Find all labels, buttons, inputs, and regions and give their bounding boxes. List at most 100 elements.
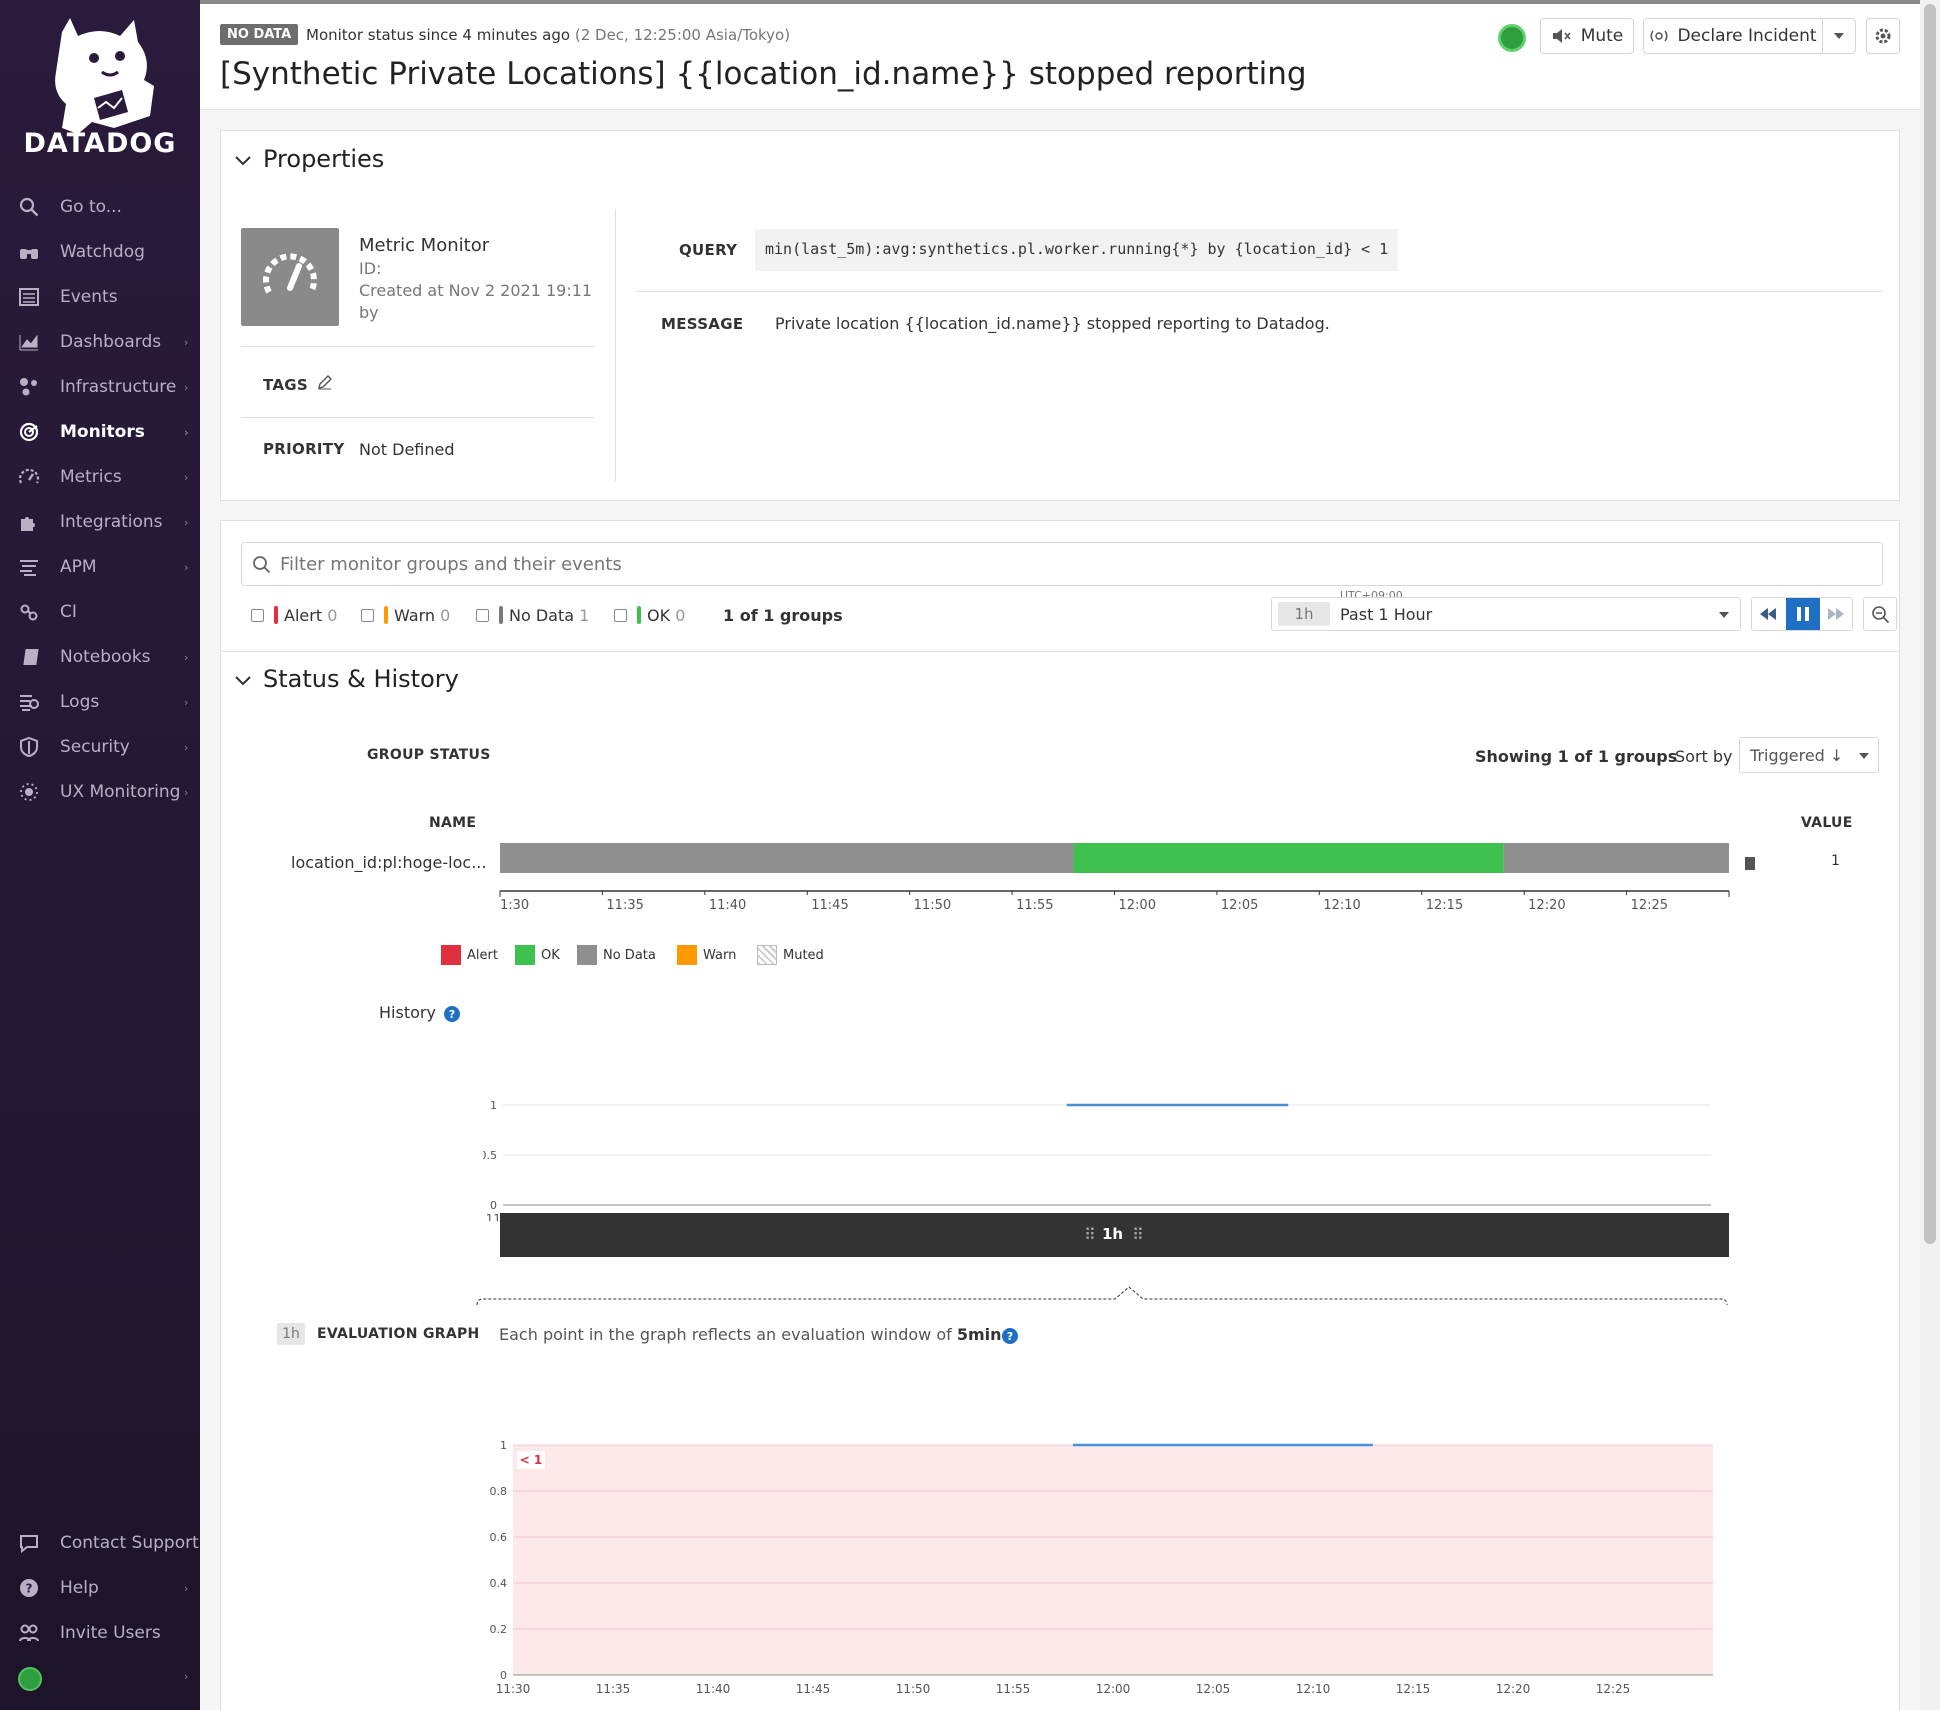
declare-incident-label: Declare Incident: [1677, 26, 1817, 46]
filter-ok-checkbox[interactable]: OK 0: [614, 603, 685, 627]
sidebar-item-events[interactable]: Events: [0, 277, 200, 317]
x-tick-label: 11:35: [606, 898, 643, 913]
x-tick-label: 11:35: [596, 1682, 631, 1696]
infrastructure-icon: [20, 378, 37, 396]
caret-down-icon: [1834, 33, 1844, 39]
dashboard-icon: [19, 334, 38, 351]
avatar[interactable]: [1498, 24, 1526, 52]
x-tick-label: 11:45: [796, 1682, 831, 1696]
help-icon[interactable]: ?: [443, 1005, 461, 1023]
scrollbar[interactable]: [1920, 0, 1940, 1710]
sidebar-item-label: Watchdog: [60, 242, 145, 262]
checkbox[interactable]: [614, 608, 627, 622]
help-icon: ?: [20, 1579, 38, 1597]
logs-icon: [20, 695, 39, 711]
sidebar-item-contact-support[interactable]: Contact Support: [0, 1523, 200, 1563]
groups-count: 1 of 1 groups: [723, 606, 843, 625]
declare-incident-dropdown[interactable]: [1822, 18, 1856, 54]
evaluation-chart: 0 0.2 0.4 0.6 0.8 1 11:30 11:35 11:40 11:45 11:50 1…: [490, 1439, 1713, 1696]
rewind-icon[interactable]: [1758, 606, 1778, 622]
declare-incident-button[interactable]: Declare Incident: [1643, 18, 1823, 54]
svg-text:?: ?: [1007, 1330, 1013, 1343]
status-segment-2[interactable]: [1503, 843, 1729, 873]
message-label: MESSAGE: [661, 315, 744, 333]
notebook-icon: [21, 649, 39, 667]
x-tick-label: 11:45: [811, 898, 848, 913]
sidebar-item-invite-users[interactable]: Invite Users: [0, 1613, 200, 1653]
chevron-down-icon[interactable]: [235, 676, 251, 686]
x-tick-label: 12:00: [1119, 898, 1156, 913]
sidebar-item-logs[interactable]: Logs ›: [0, 682, 200, 722]
sidebar-item-infrastructure[interactable]: Infrastructure ›: [0, 367, 200, 407]
properties-title[interactable]: Properties: [263, 145, 384, 173]
sidebar: DATADOG Go to... Watchdog Events Dashboards…: [0, 0, 200, 1710]
fast-forward-icon[interactable]: [1826, 606, 1846, 622]
sidebar-item-metrics[interactable]: Metrics ›: [0, 457, 200, 497]
sidebar-item-notebooks[interactable]: Notebooks ›: [0, 637, 200, 677]
status-count: 0: [327, 605, 338, 625]
pencil-icon[interactable]: [317, 374, 333, 390]
slider-label: 1h: [1102, 1225, 1124, 1243]
sidebar-item-apm[interactable]: APM ›: [0, 547, 200, 587]
scrollbar-thumb[interactable]: [1924, 4, 1936, 1244]
settings-button[interactable]: [1866, 18, 1900, 54]
x-tick-label: 12:00: [1096, 1682, 1131, 1696]
pause-button[interactable]: [1786, 598, 1820, 630]
drag-handle-icon[interactable]: ⠿: [1084, 1225, 1096, 1244]
drag-handle-icon[interactable]: ⠿: [1132, 1225, 1144, 1244]
help-icon[interactable]: ?: [1001, 1327, 1019, 1345]
zoom-button[interactable]: [1863, 597, 1897, 631]
sidebar-item-integrations[interactable]: Integrations ›: [0, 502, 200, 542]
y-tick-label: 0.6: [490, 1531, 508, 1544]
sidebar-item-help[interactable]: ? Help ›: [0, 1568, 200, 1608]
apm-icon: [20, 560, 38, 576]
status-history-title[interactable]: Status & History: [263, 665, 459, 693]
chevron-down-icon[interactable]: [235, 156, 251, 166]
threshold-area: [513, 1445, 1713, 1675]
checkbox[interactable]: [251, 608, 264, 622]
mute-button[interactable]: Mute: [1540, 18, 1634, 54]
user-avatar[interactable]: [18, 1667, 42, 1691]
incident-icon: [1651, 30, 1668, 42]
filter-input[interactable]: [280, 551, 1860, 577]
sidebar-item-dashboards[interactable]: Dashboards ›: [0, 322, 200, 362]
chevron-right-icon: ›: [184, 560, 189, 574]
filter-search[interactable]: [241, 542, 1883, 586]
sidebar-item-ux-monitoring[interactable]: UX Monitoring ›: [0, 772, 200, 812]
status-segment-0[interactable]: [500, 843, 1074, 873]
time-picker[interactable]: 1h Past 1 Hour: [1271, 597, 1741, 631]
x-tick-label: 11:40: [709, 898, 746, 913]
group-name[interactable]: location_id:pl:hoge-loc...: [291, 853, 486, 872]
range-slider[interactable]: ⠿ 1h ⠿: [500, 1213, 1729, 1257]
checkbox[interactable]: [361, 608, 374, 622]
checkbox[interactable]: [476, 608, 489, 622]
sidebar-item-security[interactable]: Security ›: [0, 727, 200, 767]
history-chart: 00.5111:3011:3511:4011:4511:5011:5512:00…: [483, 1099, 1711, 1221]
sidebar-item-watchdog[interactable]: Watchdog: [0, 232, 200, 272]
avatar-chevron[interactable]: ›: [184, 1670, 188, 1683]
filter-alert-checkbox[interactable]: Alert 0: [251, 603, 337, 627]
sort-select[interactable]: Triggered ↓: [1739, 737, 1879, 773]
status-count: 1: [579, 605, 590, 625]
query-value: min(last_5m):avg:synthetics.pl.worker.ru…: [755, 229, 1399, 271]
search-icon: [19, 197, 39, 217]
sidebar-item-label: Security: [60, 737, 130, 757]
chat-icon: [20, 1535, 38, 1554]
monitor-type-icon: [241, 228, 339, 326]
notebook-icon[interactable]: [1741, 855, 1759, 873]
sidebar-item-monitors[interactable]: Monitors ›: [0, 412, 200, 452]
threshold-label: < 1: [520, 1453, 543, 1467]
legend-swatch: [515, 945, 535, 965]
filter-warn-checkbox[interactable]: Warn 0: [361, 603, 450, 627]
sidebar-item-label: Events: [60, 287, 118, 307]
sidebar-item-go-to[interactable]: Go to...: [0, 187, 200, 227]
message-value: Private location {{location_id.name}} st…: [775, 314, 1330, 333]
status-panel: Alert 0 Warn 0 No Data 1 OK 0 1 of 1 groups…: [220, 520, 1901, 1710]
sidebar-item-ci[interactable]: CI: [0, 592, 200, 632]
status-segment-1[interactable]: [1073, 843, 1504, 873]
chevron-right-icon: ›: [184, 515, 189, 529]
y-tick-label: 0.2: [490, 1623, 508, 1636]
eval-label: EVALUATION GRAPH: [317, 1326, 480, 1342]
status-label: OK: [647, 605, 671, 625]
filter-no-data-checkbox[interactable]: No Data 1: [476, 603, 589, 627]
